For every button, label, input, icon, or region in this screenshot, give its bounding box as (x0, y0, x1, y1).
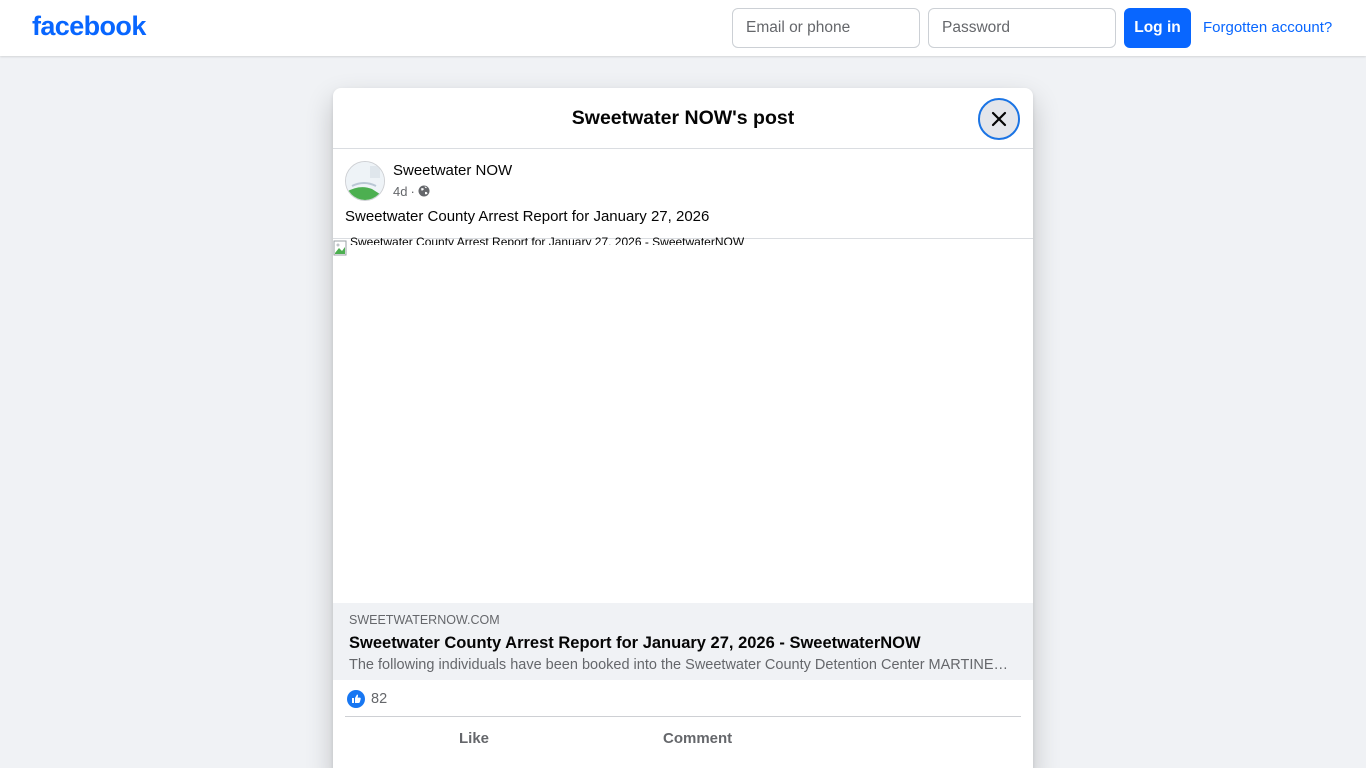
reaction-count: 82 (371, 691, 388, 707)
avatar[interactable] (345, 161, 385, 201)
post-author-row: Sweetwater NOW 4d · (345, 161, 1025, 203)
post-meta: 4d · (393, 183, 430, 199)
globe-icon (418, 185, 430, 197)
password-input[interactable] (928, 8, 1116, 48)
reactions-summary[interactable]: 82 (347, 689, 387, 709)
image-alt-text: Sweetwater County Arrest Report for Janu… (350, 235, 745, 245)
like-badge-icon (347, 690, 365, 708)
post-dialog: Sweetwater NOW's post Sweetwater NOW 4d … (333, 88, 1033, 768)
link-description: The following individuals have been book… (349, 657, 1009, 673)
post-time[interactable]: 4d (393, 184, 407, 199)
link-title[interactable]: Sweetwater County Arrest Report for Janu… (349, 634, 921, 653)
dialog-header: Sweetwater NOW's post (333, 88, 1033, 149)
link-domain: SWEETWATERNOW.COM (349, 613, 500, 627)
post-text: Sweetwater County Arrest Report for Janu… (345, 208, 710, 225)
actions-divider (345, 716, 1021, 717)
broken-image-icon (333, 240, 347, 256)
close-button[interactable] (978, 98, 1020, 140)
author-name[interactable]: Sweetwater NOW (393, 162, 512, 179)
link-preview-image[interactable]: Sweetwater County Arrest Report for Janu… (333, 235, 1033, 603)
top-bar: facebook Log in Forgotten account? (0, 0, 1366, 56)
email-input[interactable] (732, 8, 920, 48)
dialog-title: Sweetwater NOW's post (571, 107, 795, 129)
link-preview-info[interactable]: SWEETWATERNOW.COM Sweetwater County Arre… (333, 603, 1033, 680)
meta-separator: · (410, 183, 415, 199)
close-icon (991, 111, 1007, 127)
like-button[interactable]: Like (459, 728, 489, 748)
forgotten-account-link[interactable]: Forgotten account? (1203, 19, 1332, 36)
comment-button[interactable]: Comment (663, 728, 732, 748)
login-button[interactable]: Log in (1124, 8, 1191, 48)
avatar-image (346, 162, 384, 200)
facebook-logo[interactable]: facebook (32, 11, 146, 42)
